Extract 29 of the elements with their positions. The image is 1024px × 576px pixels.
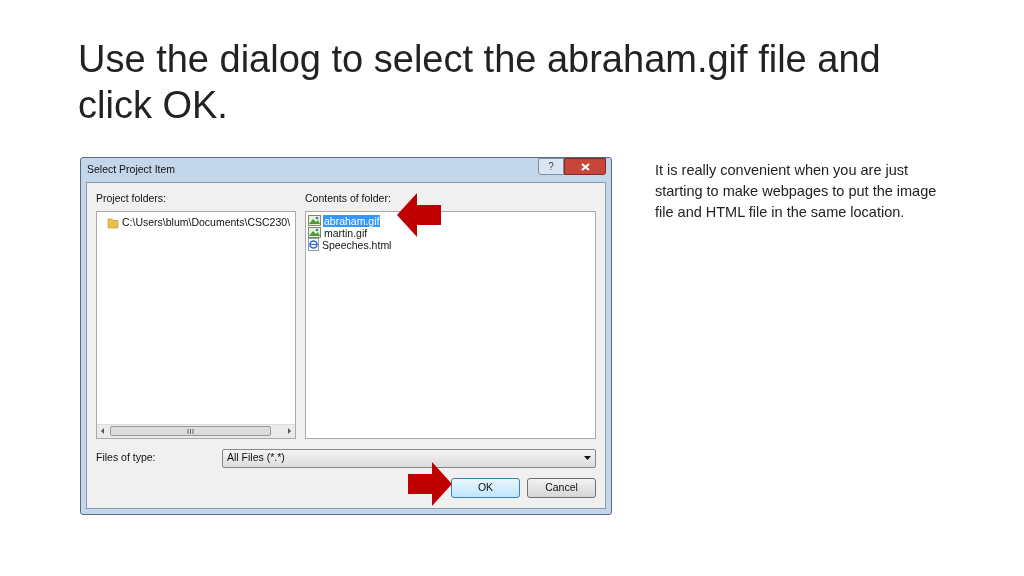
close-icon: [580, 162, 590, 171]
grip-icon: [187, 428, 194, 434]
horizontal-scrollbar[interactable]: [97, 423, 295, 438]
image-file-icon: [308, 215, 321, 227]
web-page-icon: [308, 238, 319, 252]
file-list[interactable]: abraham.gif martin.gif Speeches.html: [305, 210, 596, 439]
help-button[interactable]: ?: [538, 158, 564, 175]
scroll-left-icon[interactable]: [99, 427, 107, 436]
dropdown-caret-icon: [584, 456, 591, 461]
image-file-icon: [308, 227, 321, 239]
pointer-arrow: [408, 462, 452, 506]
close-button[interactable]: [564, 158, 606, 175]
contents-label: Contents of folder:: [305, 191, 392, 206]
file-item[interactable]: Speeches.html: [321, 238, 393, 251]
folder-item[interactable]: C:\Users\blum\Documents\CSC230\: [107, 214, 295, 231]
window-title: Select Project Item: [86, 162, 176, 178]
file-type-dropdown[interactable]: All Files (*.*): [222, 448, 596, 468]
dialog-button[interactable]: OK: [451, 477, 520, 498]
slide-title: Use the dialog to select the abraham.gif file and click OK.: [78, 37, 882, 128]
scroll-thumb[interactable]: [110, 426, 271, 437]
slide-note: It is really convenient when you are just starting to make webpages to put the image file and HTML file in the same location.: [655, 161, 938, 222]
folders-label: Project folders:: [96, 191, 168, 206]
folder-icon: [107, 216, 119, 229]
file-type-label: Files of type:: [96, 450, 157, 466]
file-item[interactable]: martin.gif: [323, 226, 369, 239]
folder-list[interactable]: C:\Users\blum\Documents\CSC230\: [96, 210, 296, 439]
pointer-arrow: [397, 193, 441, 237]
scroll-right-icon[interactable]: [285, 427, 293, 436]
dialog-button[interactable]: Cancel: [527, 477, 596, 498]
